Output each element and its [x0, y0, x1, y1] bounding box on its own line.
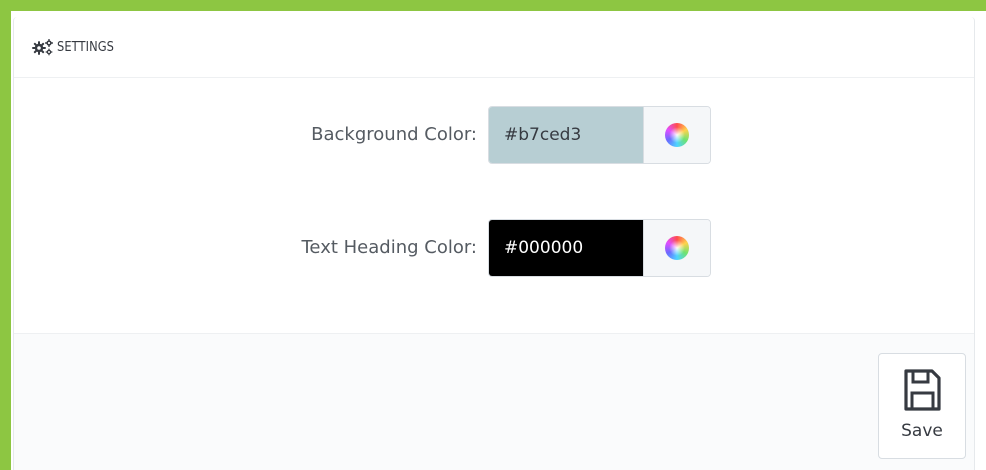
text-heading-color-picker-button[interactable]	[643, 220, 710, 276]
settings-panel: SETTINGS Background Color: Text Heading …	[13, 17, 975, 470]
frame-left-border	[0, 0, 11, 470]
color-wheel-icon	[665, 236, 689, 260]
page: SETTINGS Background Color: Text Heading …	[0, 0, 986, 470]
save-label: Save	[901, 421, 943, 441]
text-heading-color-field	[488, 219, 711, 277]
text-heading-color-row: Text Heading Color:	[14, 219, 974, 277]
text-heading-color-label: Text Heading Color:	[301, 237, 478, 258]
frame-top-border	[0, 0, 986, 11]
text-heading-color-input[interactable]	[489, 220, 643, 276]
background-color-field	[488, 106, 711, 164]
background-color-label: Background Color:	[311, 124, 477, 145]
color-wheel-icon	[665, 123, 689, 147]
panel-footer: Save	[14, 333, 974, 470]
panel-heading: SETTINGS	[14, 17, 974, 78]
background-color-row: Background Color:	[14, 106, 974, 164]
panel-title: SETTINGS	[57, 39, 115, 55]
cogs-icon	[32, 39, 53, 56]
background-color-input[interactable]	[489, 107, 643, 163]
floppy-disk-icon	[904, 369, 941, 411]
save-button[interactable]: Save	[878, 353, 966, 459]
background-color-picker-button[interactable]	[643, 107, 710, 163]
